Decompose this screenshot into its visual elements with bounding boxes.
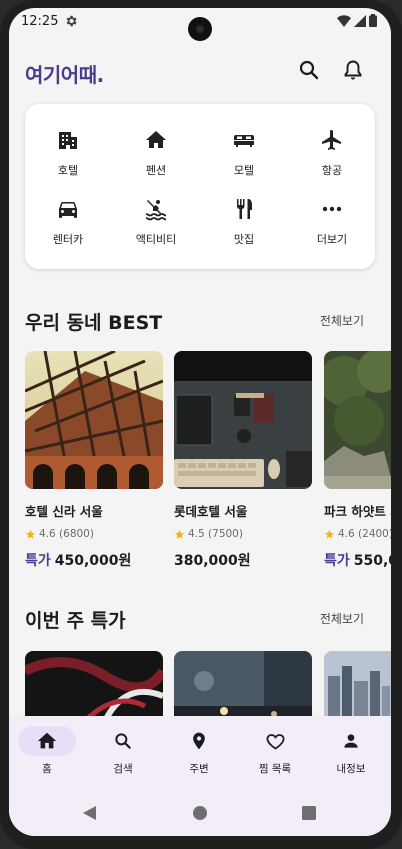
category-more[interactable]: 더보기 xyxy=(289,197,375,257)
search-icon xyxy=(115,733,131,749)
category-card: 호텔 펜션 모텔 항공 렌터카 액티비티 맛집 더보기 xyxy=(25,104,375,269)
deal-image[interactable] xyxy=(25,651,163,721)
nav-label: 내정보 xyxy=(336,763,366,775)
settings-gear-icon xyxy=(66,15,77,27)
wifi-icon xyxy=(337,14,351,27)
deals-section-title: 이번 주 특가 xyxy=(25,610,126,632)
nav-nearby[interactable]: 주변 xyxy=(161,726,237,782)
category-rentcar[interactable]: 렌터카 xyxy=(25,197,111,257)
person-icon xyxy=(344,734,358,748)
home-icon xyxy=(37,732,57,749)
bottom-navigation: 홈 검색 주변 찜 목록 내정보 xyxy=(9,716,391,790)
home-circle-icon[interactable] xyxy=(193,806,207,820)
heart-icon xyxy=(266,733,284,750)
nav-icon-holder xyxy=(170,726,228,756)
car-icon xyxy=(59,202,77,218)
nav-icon-holder xyxy=(246,726,304,756)
more-icon xyxy=(322,206,342,212)
category-label: 항공 xyxy=(321,164,343,177)
rating-text: 4.5 (7500) xyxy=(188,528,243,540)
category-activity[interactable]: 액티비티 xyxy=(113,197,199,257)
category-restaurant[interactable]: 맛집 xyxy=(201,197,287,257)
category-hotel[interactable]: 호텔 xyxy=(25,128,111,188)
location-pin-icon xyxy=(193,732,205,750)
hotel-card[interactable]: 파크 하얏트 서울 4.6 (2400) 특가550,000원 xyxy=(324,351,391,570)
hotel-card[interactable]: 호텔 신라 서울 4.6 (6800) 특가 450,000원 xyxy=(25,351,163,570)
category-label: 맛집 xyxy=(233,233,255,246)
category-label: 더보기 xyxy=(316,233,348,246)
category-pension[interactable]: 펜션 xyxy=(113,128,199,188)
hotel-card[interactable]: 롯데호텔 서울 4.5 (7500) 380,000원 xyxy=(174,351,312,570)
recents-square-icon[interactable] xyxy=(302,806,316,820)
notification-bell-icon[interactable] xyxy=(341,58,365,82)
best-section-title: 우리 동네 BEST xyxy=(25,312,163,334)
search-icon[interactable] xyxy=(297,58,321,82)
deal-tag: 특가 xyxy=(324,553,350,569)
nav-icon-holder xyxy=(94,726,152,756)
deal-tag: 특가 xyxy=(25,553,51,569)
nav-search[interactable]: 검색 xyxy=(85,726,161,782)
hotel-price: 380,000원 xyxy=(174,553,251,569)
status-time: 12:25 xyxy=(21,14,59,29)
kayak-icon xyxy=(145,200,167,221)
hotel-image xyxy=(324,351,391,489)
bed-icon xyxy=(234,135,254,147)
hotel-rating: 4.6 (6800) xyxy=(25,528,163,540)
category-label: 렌터카 xyxy=(52,233,84,246)
category-label: 모텔 xyxy=(233,164,255,177)
hotel-price: 550,000원 xyxy=(353,553,391,569)
nav-label: 홈 xyxy=(42,763,52,775)
restaurant-icon xyxy=(236,199,252,219)
front-camera xyxy=(188,17,212,41)
hotel-price-row: 특가550,000원 xyxy=(324,550,391,570)
battery-icon xyxy=(369,14,377,27)
deal-image[interactable] xyxy=(324,651,391,721)
app-logo: 여기어때. xyxy=(25,63,104,87)
hotel-price-row: 특가 450,000원 xyxy=(25,550,163,570)
hotel-name: 롯데호텔 서울 xyxy=(174,504,248,519)
hotel-price-row: 380,000원 xyxy=(174,550,312,570)
category-label: 액티비티 xyxy=(135,233,177,246)
hotel-icon xyxy=(59,132,77,149)
nav-icon-holder xyxy=(322,726,380,756)
airplane-icon xyxy=(322,130,341,150)
hotel-image xyxy=(174,351,312,489)
signal-icon xyxy=(354,14,366,27)
star-icon xyxy=(25,529,36,539)
nav-active-indicator xyxy=(18,726,76,756)
phone-frame: 12:25 여기어때. 호텔 펜션 모텔 항공 렌터카 액티비티 맛집 더보기 … xyxy=(0,0,402,849)
status-icons xyxy=(337,14,377,27)
star-icon xyxy=(174,529,185,539)
category-label: 펜션 xyxy=(145,164,167,177)
hotel-image xyxy=(25,351,163,489)
hotel-name: 호텔 신라 서울 xyxy=(25,504,103,519)
app-bar: 여기어때. xyxy=(9,42,391,98)
hotel-price: 450,000원 xyxy=(54,553,132,569)
back-triangle-icon[interactable] xyxy=(83,806,97,820)
nav-label: 찜 목록 xyxy=(258,763,292,775)
nav-home[interactable]: 홈 xyxy=(9,726,85,782)
system-navigation-bar xyxy=(9,790,391,836)
nav-label: 주변 xyxy=(189,763,209,775)
nav-wishlist[interactable]: 찜 목록 xyxy=(237,726,313,782)
nav-profile[interactable]: 내정보 xyxy=(313,726,389,782)
category-motel[interactable]: 모텔 xyxy=(201,128,287,188)
status-bar: 12:25 xyxy=(9,8,391,41)
nav-label: 검색 xyxy=(113,763,133,775)
category-flight[interactable]: 항공 xyxy=(289,128,375,188)
best-see-all-link[interactable]: 전체보기 xyxy=(320,312,364,329)
rating-text: 4.6 (6800) xyxy=(39,528,94,540)
category-label: 호텔 xyxy=(57,164,79,177)
deals-see-all-link[interactable]: 전체보기 xyxy=(320,610,364,627)
house-icon xyxy=(146,131,166,148)
hotel-name: 파크 하얏트 서울 xyxy=(324,504,391,519)
hotel-rating: 4.5 (7500) xyxy=(174,528,312,540)
star-icon xyxy=(324,529,335,539)
deal-image[interactable] xyxy=(174,651,312,721)
screen: 12:25 여기어때. 호텔 펜션 모텔 항공 렌터카 액티비티 맛집 더보기 … xyxy=(9,8,391,836)
rating-text: 4.6 (2400) xyxy=(338,528,391,540)
hotel-rating: 4.6 (2400) xyxy=(324,528,391,540)
